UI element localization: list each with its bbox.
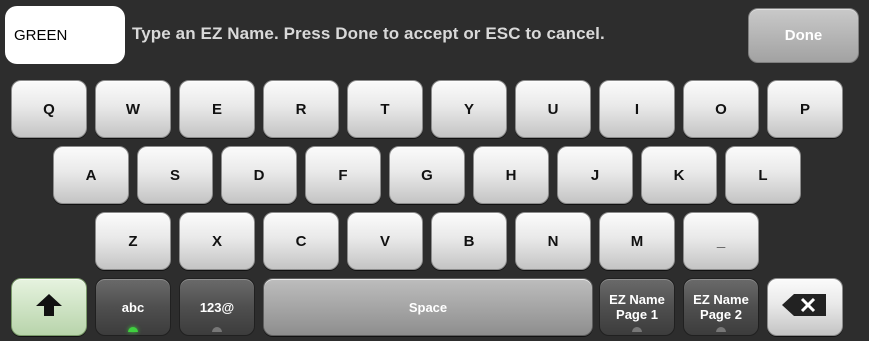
ez-name-input[interactable]: GREEN xyxy=(5,6,125,64)
key-s[interactable]: S xyxy=(137,146,213,204)
key-c[interactable]: C xyxy=(263,212,339,270)
symbols-mode-indicator xyxy=(212,327,222,332)
ez-name-page-1-button[interactable]: EZ Name Page 1 xyxy=(599,278,675,336)
key-w[interactable]: W xyxy=(95,80,171,138)
abc-mode-indicator xyxy=(128,327,138,332)
ez-name-page-2-button[interactable]: EZ Name Page 2 xyxy=(683,278,759,336)
key-f[interactable]: F xyxy=(305,146,381,204)
key-y[interactable]: Y xyxy=(431,80,507,138)
backspace-button[interactable] xyxy=(767,278,843,336)
key-l[interactable]: L xyxy=(725,146,801,204)
key-v[interactable]: V xyxy=(347,212,423,270)
ez-name-value: GREEN xyxy=(14,26,68,44)
key-z[interactable]: Z xyxy=(95,212,171,270)
ez-name-page-1-label-line2: Page 1 xyxy=(616,307,658,322)
abc-mode-label: abc xyxy=(121,299,145,315)
ez-name-page-2-label-line2: Page 2 xyxy=(700,307,742,322)
key-k[interactable]: K xyxy=(641,146,717,204)
ez-name-page-2-indicator xyxy=(716,327,726,332)
backspace-icon xyxy=(780,292,830,322)
key-q[interactable]: Q xyxy=(11,80,87,138)
ez-name-page-1-indicator xyxy=(632,327,642,332)
up-arrow-icon xyxy=(34,292,64,322)
key-x[interactable]: X xyxy=(179,212,255,270)
abc-mode-button[interactable]: abc xyxy=(95,278,171,336)
key-d[interactable]: D xyxy=(221,146,297,204)
symbols-mode-button[interactable]: 123@ xyxy=(179,278,255,336)
key-g[interactable]: G xyxy=(389,146,465,204)
ez-name-page-1-label-line1: EZ Name xyxy=(609,292,665,307)
key-n[interactable]: N xyxy=(515,212,591,270)
key-o[interactable]: O xyxy=(683,80,759,138)
key-m[interactable]: M xyxy=(599,212,675,270)
ez-name-page-2-label-line1: EZ Name xyxy=(693,292,749,307)
key-t[interactable]: T xyxy=(347,80,423,138)
instruction-text: Type an EZ Name. Press Done to accept or… xyxy=(132,24,605,43)
symbols-mode-label: 123@ xyxy=(199,299,235,315)
key-a[interactable]: A xyxy=(53,146,129,204)
keyboard-panel: GREEN Type an EZ Name. Press Done to acc… xyxy=(0,0,869,341)
key-p[interactable]: P xyxy=(767,80,843,138)
key-i[interactable]: I xyxy=(599,80,675,138)
key-b[interactable]: B xyxy=(431,212,507,270)
key-e[interactable]: E xyxy=(179,80,255,138)
key-u[interactable]: U xyxy=(515,80,591,138)
key-r[interactable]: R xyxy=(263,80,339,138)
key-h[interactable]: H xyxy=(473,146,549,204)
space-bar[interactable]: Space xyxy=(263,278,593,336)
key-j[interactable]: J xyxy=(557,146,633,204)
key-underscore[interactable]: _ xyxy=(683,212,759,270)
done-button[interactable]: Done xyxy=(748,8,859,63)
shift-button[interactable] xyxy=(11,278,87,336)
